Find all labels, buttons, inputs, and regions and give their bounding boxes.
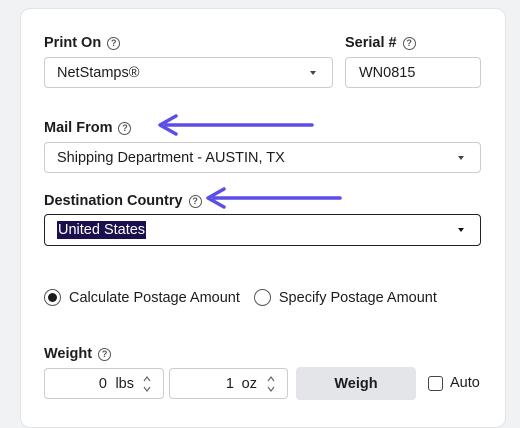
weight-lbs-unit: lbs bbox=[115, 376, 134, 392]
annotation-arrow-icon bbox=[206, 187, 342, 209]
auto-checkbox[interactable] bbox=[428, 375, 443, 391]
postage-mode-radio-group: Calculate Postage Amount Specify Postage… bbox=[44, 289, 437, 306]
mail-from-value: Shipping Department - AUSTIN, TX bbox=[57, 149, 285, 166]
chevron-down-icon bbox=[458, 228, 464, 232]
chevron-down-icon bbox=[310, 70, 316, 75]
weigh-button[interactable]: Weigh bbox=[296, 367, 416, 400]
annotation-arrow-icon bbox=[158, 114, 314, 136]
serial-value: WN0815 bbox=[359, 64, 416, 81]
mail-from-label: Mail From bbox=[44, 120, 113, 136]
print-on-select[interactable]: NetStamps® bbox=[44, 57, 333, 88]
calculate-postage-label[interactable]: Calculate Postage Amount bbox=[69, 290, 240, 306]
print-on-label-group: Print On ? bbox=[44, 35, 121, 51]
auto-checkbox-group: Auto bbox=[428, 375, 480, 391]
question-circle-icon[interactable]: ? bbox=[118, 121, 132, 135]
weight-lbs-value: 0 bbox=[98, 376, 107, 392]
weight-oz-unit: oz bbox=[241, 376, 257, 392]
calculate-postage-radio[interactable] bbox=[44, 289, 61, 306]
print-on-value: NetStamps® bbox=[57, 64, 140, 81]
destination-country-label-group: Destination Country ? bbox=[44, 193, 202, 209]
serial-label: Serial # bbox=[345, 35, 397, 51]
serial-input[interactable]: WN0815 bbox=[345, 57, 481, 88]
mail-from-select[interactable]: Shipping Department - AUSTIN, TX bbox=[44, 142, 481, 173]
weight-oz-input[interactable]: 1 oz bbox=[169, 368, 288, 399]
weight-lbs-input[interactable]: 0 lbs bbox=[44, 368, 164, 399]
chevron-down-icon bbox=[458, 155, 464, 160]
serial-label-group: Serial # ? bbox=[345, 35, 416, 51]
stepper-icon[interactable] bbox=[143, 375, 151, 393]
destination-country-value: United States bbox=[57, 221, 147, 239]
specify-postage-radio[interactable] bbox=[253, 289, 271, 306]
mail-from-label-group: Mail From ? bbox=[44, 120, 132, 136]
auto-label[interactable]: Auto bbox=[450, 375, 480, 391]
question-circle-icon[interactable]: ? bbox=[107, 36, 121, 50]
print-on-label: Print On bbox=[44, 35, 102, 51]
weight-oz-value: 1 bbox=[225, 376, 234, 392]
stepper-icon[interactable] bbox=[267, 375, 275, 393]
destination-country-select[interactable]: United States bbox=[44, 214, 481, 246]
question-circle-icon[interactable]: ? bbox=[402, 36, 416, 50]
weight-label: Weight bbox=[44, 346, 93, 362]
destination-country-label: Destination Country bbox=[44, 193, 183, 209]
weight-label-group: Weight ? bbox=[44, 346, 112, 362]
specify-postage-label[interactable]: Specify Postage Amount bbox=[279, 290, 437, 306]
question-circle-icon[interactable]: ? bbox=[98, 347, 112, 361]
